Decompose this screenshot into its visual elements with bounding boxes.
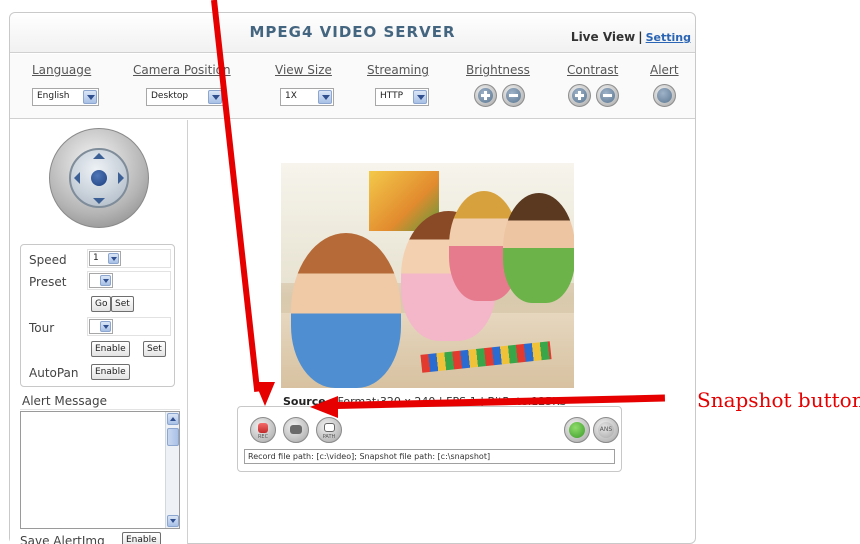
preset-set-button[interactable]: Set: [111, 296, 134, 312]
annotation-arrowhead: [255, 382, 275, 406]
speed-label: Speed: [29, 253, 67, 267]
plus-icon: [572, 88, 587, 103]
arrow-right-icon[interactable]: [118, 172, 124, 184]
alert-label: Alert: [650, 63, 679, 77]
file-path-field: Record file path: [c:\video]; Snapshot f…: [244, 449, 615, 464]
view-size-value: 1X: [285, 91, 297, 101]
snapshot-annotation-label: Snapshot button: [697, 388, 860, 412]
alert-button[interactable]: [653, 84, 676, 107]
language-select[interactable]: English: [32, 88, 99, 106]
chevron-down-icon: [83, 90, 97, 104]
streaming-select[interactable]: HTTP: [375, 88, 429, 106]
tour-set-button[interactable]: Set: [143, 341, 166, 357]
arrow-left-icon[interactable]: [74, 172, 80, 184]
chevron-down-icon: [108, 253, 119, 264]
record-caption: REC: [257, 434, 269, 440]
alert-icon: [657, 88, 672, 103]
autopan-enable-button[interactable]: Enable: [91, 364, 130, 380]
save-alertimg-enable-button[interactable]: Enable: [122, 532, 161, 544]
video-child: [291, 233, 401, 388]
tour-enable-button[interactable]: Enable: [91, 341, 130, 357]
preset-select[interactable]: [89, 273, 113, 288]
arrow-down-icon[interactable]: [93, 198, 105, 204]
contrast-plus-button[interactable]: [568, 84, 591, 107]
scroll-down-icon[interactable]: [167, 515, 179, 527]
language-value: English: [37, 91, 70, 101]
view-size-label: View Size: [275, 63, 332, 77]
brightness-minus-button[interactable]: [502, 84, 525, 107]
plus-icon: [478, 88, 493, 103]
audio-button[interactable]: [564, 417, 590, 443]
scroll-thumb[interactable]: [167, 428, 179, 446]
minus-icon: [506, 88, 521, 103]
speaker-icon: [569, 422, 585, 438]
ans-button[interactable]: ANS: [593, 417, 619, 443]
save-alertimg-label: Save AlertImg: [20, 534, 105, 544]
header-bar: MPEG4 VIDEO SERVER Live View | Setting: [10, 13, 695, 53]
snapshot-button[interactable]: [283, 417, 309, 443]
speed-select[interactable]: 1: [89, 251, 121, 266]
tour-label: Tour: [29, 321, 55, 335]
header-links: Live View | Setting: [571, 30, 691, 44]
chevron-down-icon: [100, 275, 111, 286]
camera-icon: [290, 425, 302, 434]
streaming-value: HTTP: [380, 91, 404, 101]
camera-position-value: Desktop: [151, 91, 189, 101]
ans-icon: ANS: [598, 422, 614, 438]
annotation-arrowhead: [310, 396, 338, 418]
contrast-minus-button[interactable]: [596, 84, 619, 107]
brightness-plus-button[interactable]: [474, 84, 497, 107]
path-button[interactable]: PATH: [316, 417, 342, 443]
chevron-down-icon: [318, 90, 332, 104]
brightness-label: Brightness: [466, 63, 530, 77]
record-icon: [258, 423, 268, 433]
preset-label: Preset: [29, 275, 67, 289]
minus-icon: [600, 88, 615, 103]
left-control-panel: Speed 1 Preset Go Set Tour Enable Set Au…: [10, 120, 188, 544]
record-button[interactable]: REC: [250, 417, 276, 443]
ptz-settings-box: Speed 1 Preset Go Set Tour Enable Set Au…: [20, 244, 175, 387]
ptz-control-pad[interactable]: [45, 128, 155, 228]
alert-message-textarea[interactable]: [20, 411, 180, 529]
tour-select[interactable]: [89, 319, 113, 334]
path-caption: PATH: [322, 434, 336, 440]
arrow-up-icon[interactable]: [93, 153, 105, 159]
chevron-down-icon: [208, 90, 222, 104]
camera-position-select[interactable]: Desktop: [146, 88, 224, 106]
alert-message-title: Alert Message: [20, 392, 180, 410]
chevron-down-icon: [100, 321, 111, 332]
ptz-home-button[interactable]: [91, 170, 107, 186]
live-video-view: [281, 163, 574, 388]
language-label: Language: [32, 63, 92, 77]
camera-position-label: Camera Position: [133, 63, 231, 77]
preset-go-button[interactable]: Go: [91, 296, 112, 312]
live-view-link[interactable]: Live View: [571, 30, 635, 44]
header-separator: |: [638, 30, 643, 44]
autopan-label: AutoPan: [29, 366, 79, 380]
recording-panel: REC PATH ANS Record file path: [c:\video…: [237, 406, 622, 472]
video-child: [503, 193, 574, 303]
streaming-label: Streaming: [367, 63, 429, 77]
contrast-label: Contrast: [567, 63, 619, 77]
toolbar: Language English Camera Position Desktop…: [10, 54, 695, 119]
chevron-down-icon: [413, 90, 427, 104]
folder-icon: [324, 423, 335, 432]
scroll-up-icon[interactable]: [167, 413, 179, 425]
setting-link[interactable]: Setting: [646, 31, 691, 44]
view-size-select[interactable]: 1X: [280, 88, 334, 106]
scrollbar[interactable]: [165, 412, 179, 528]
speed-value: 1: [93, 253, 99, 263]
